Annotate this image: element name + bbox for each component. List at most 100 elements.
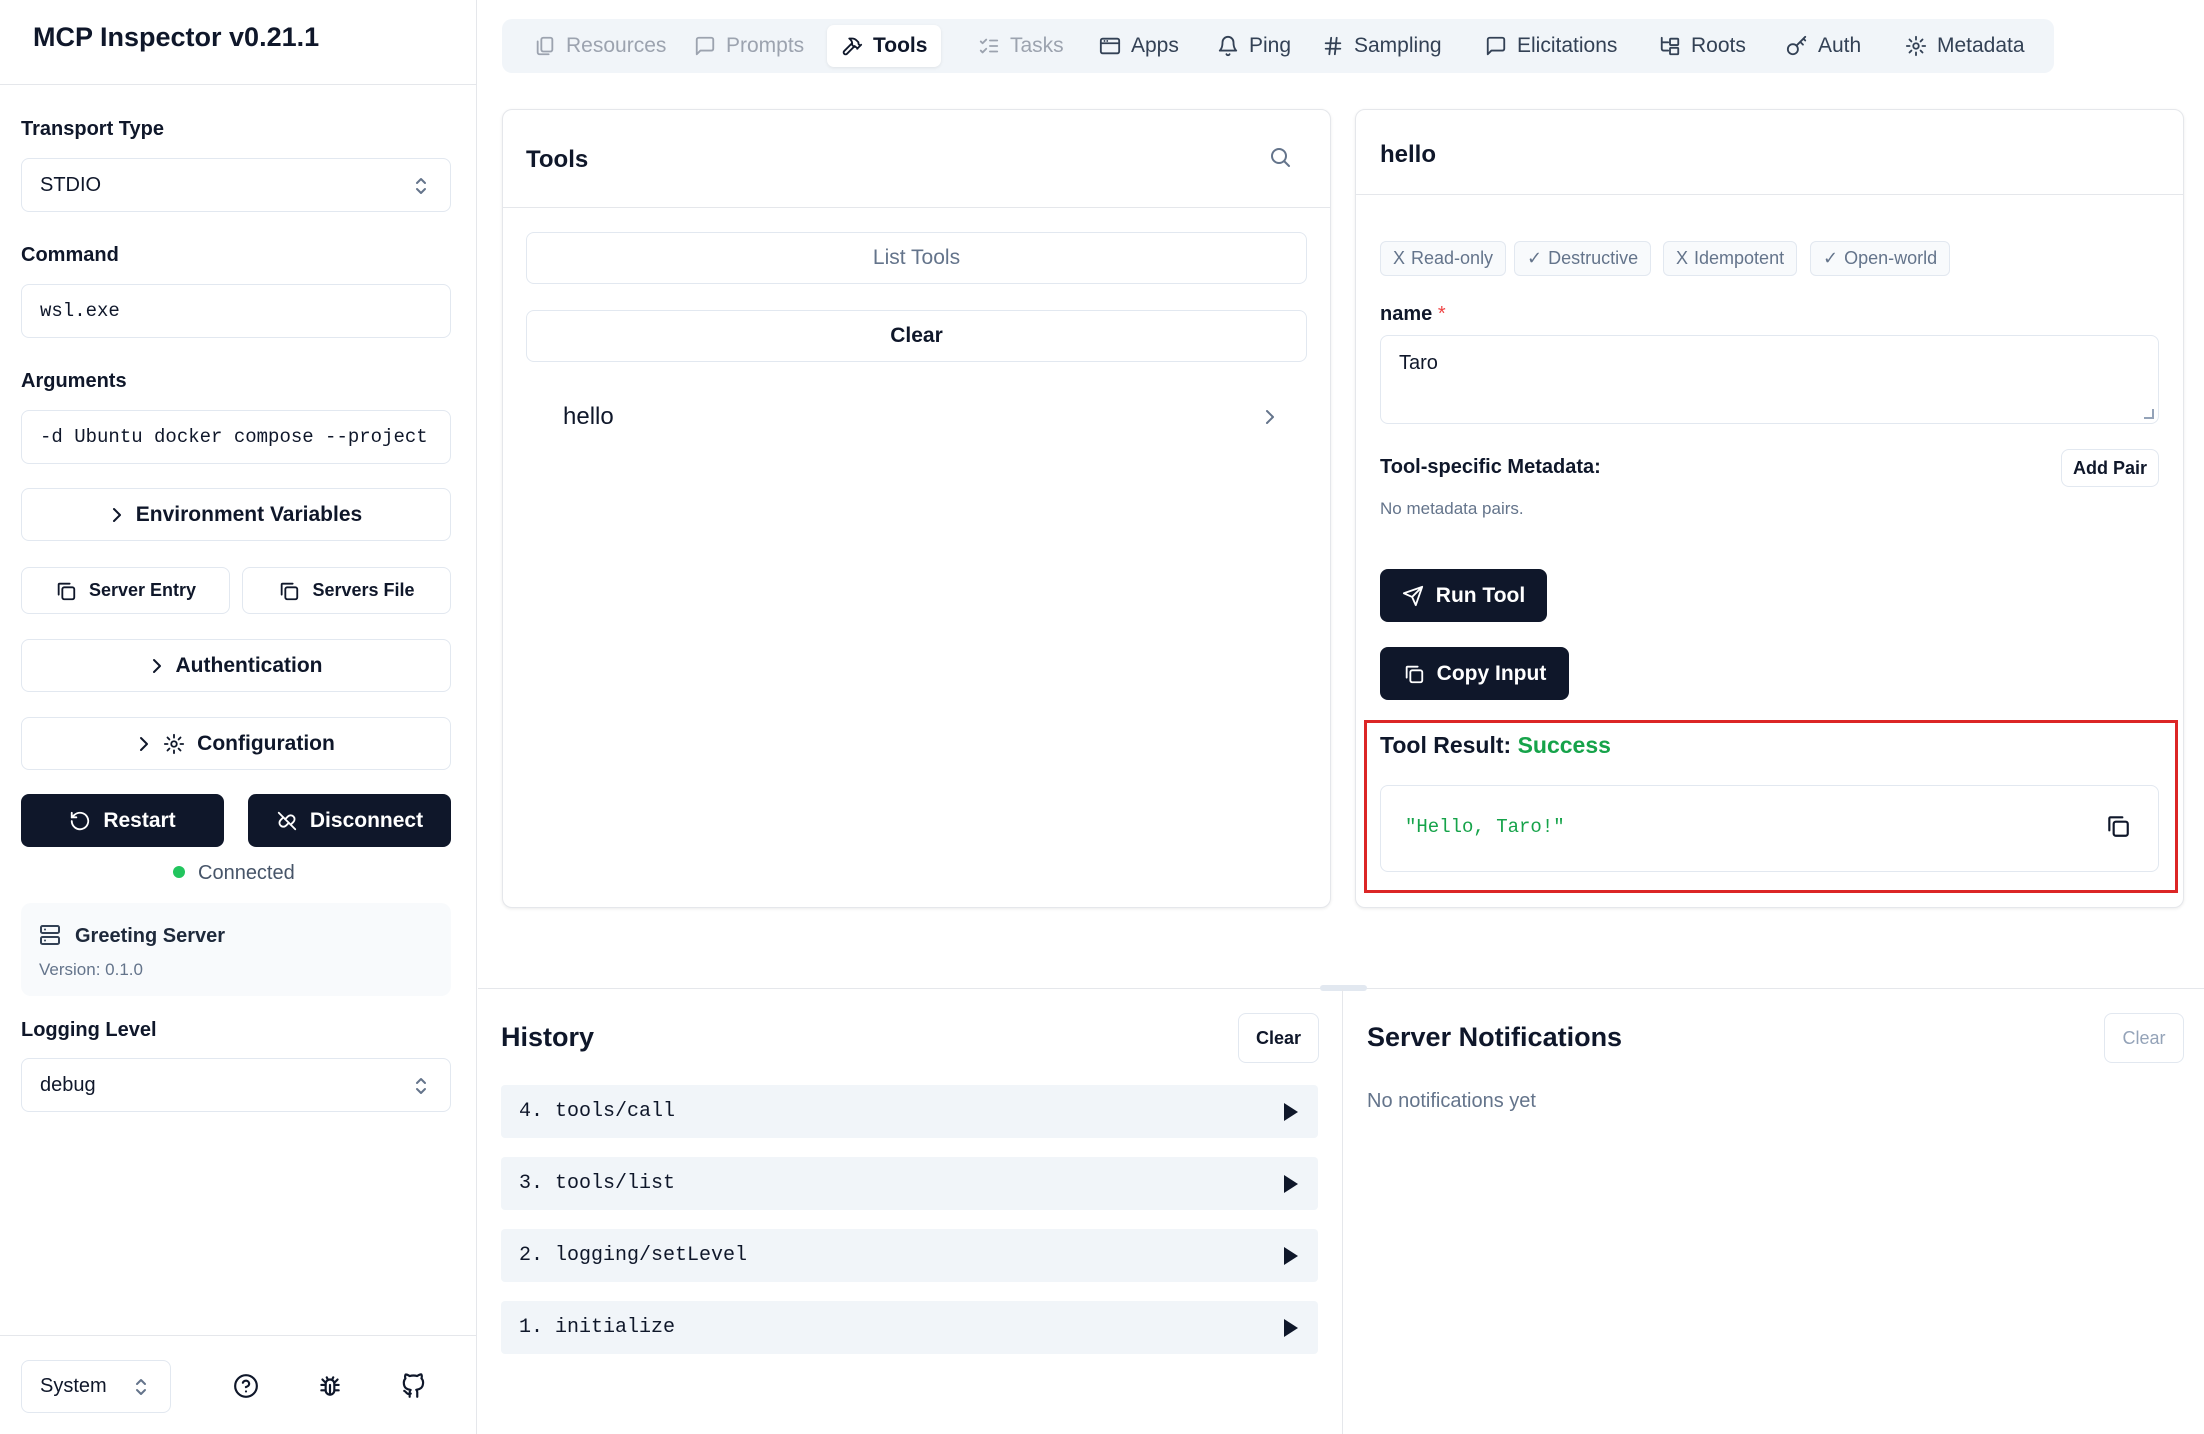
tab-label: Tasks (1010, 34, 1064, 57)
tab-tasks[interactable]: Tasks (964, 25, 1078, 67)
tools-panel-title: Tools (526, 146, 589, 173)
configuration-toggle[interactable]: Configuration (21, 717, 451, 770)
bug-icon[interactable] (317, 1373, 343, 1399)
copy-icon (1403, 663, 1425, 685)
table-row[interactable]: 1. initialize (501, 1301, 1318, 1354)
history-title: History (501, 1022, 595, 1052)
table-row[interactable]: 3. tools/list (501, 1157, 1318, 1210)
rotate-ccw-icon (69, 810, 91, 832)
arguments-input[interactable]: -d Ubuntu docker compose --project (21, 410, 451, 464)
key-icon (1786, 35, 1808, 57)
run-tool-button[interactable]: Run Tool (1380, 569, 1547, 622)
chevrons-up-down-icon (414, 1076, 428, 1096)
unplug-icon (276, 810, 298, 832)
files-icon (534, 35, 556, 57)
clear-tools-button[interactable]: Clear (526, 310, 1307, 362)
metadata-label: Tool-specific Metadata: (1380, 456, 1601, 478)
annotation-mark: ✓ (1527, 248, 1543, 268)
tab-ping[interactable]: Ping (1203, 25, 1305, 67)
tool-result-box: "Hello, Taro!" (1380, 785, 2159, 872)
gear-icon (1905, 35, 1927, 57)
resize-handle-icon[interactable] (2144, 409, 2154, 419)
tab-label: Prompts (726, 34, 805, 57)
chevrons-up-down-icon (414, 176, 428, 196)
server-icon (38, 923, 62, 947)
chevron-right-icon (150, 656, 164, 676)
add-pair-button[interactable]: Add Pair (2061, 449, 2159, 487)
help-circle-icon[interactable] (233, 1373, 259, 1399)
sidebar-footer-divider (0, 1335, 476, 1336)
list-tools-button[interactable]: List Tools (526, 232, 1307, 284)
server-entry-button[interactable]: Server Entry (21, 567, 230, 614)
arguments-label: Arguments (21, 370, 127, 392)
command-label: Command (21, 244, 119, 266)
list-checks-icon (978, 35, 1000, 57)
tab-prompts[interactable]: Prompts (680, 25, 818, 67)
theme-select[interactable]: System (21, 1360, 171, 1413)
logging-level-select[interactable]: debug (21, 1058, 451, 1112)
tab-auth[interactable]: Auth (1772, 25, 1875, 67)
github-icon[interactable] (401, 1373, 427, 1399)
servers-file-label: Servers File (312, 580, 415, 600)
annotation-label: Idempotent (1694, 248, 1785, 268)
tab-elicitations[interactable]: Elicitations (1471, 25, 1631, 67)
environment-variables-toggle[interactable]: Environment Variables (21, 488, 451, 541)
chevron-right-icon (1263, 407, 1277, 427)
play-icon (1284, 1103, 1298, 1121)
server-entry-label: Server Entry (88, 580, 197, 600)
tool-result-heading: Tool Result: Success (1380, 732, 1611, 759)
history-item-label: 3. tools/list (519, 1172, 676, 1195)
param-name-label: name * (1380, 303, 1446, 326)
app-window-icon (1099, 35, 1121, 57)
chevron-right-icon (110, 505, 124, 525)
restart-label: Restart (103, 808, 176, 832)
connection-status: Connected (198, 862, 295, 884)
message-square-icon (1485, 35, 1507, 57)
table-row[interactable]: 2. logging/setLevel (501, 1229, 1318, 1282)
param-name: name (1380, 303, 1433, 325)
tab-label: Roots (1691, 34, 1746, 57)
tab-roots[interactable]: Roots (1645, 25, 1760, 67)
copy-icon[interactable] (2105, 813, 2131, 839)
tab-sampling[interactable]: Sampling (1308, 25, 1456, 67)
restart-button[interactable]: Restart (21, 794, 224, 847)
status-dot (173, 866, 185, 878)
authentication-toggle[interactable]: Authentication (21, 639, 451, 692)
disconnect-button[interactable]: Disconnect (248, 794, 451, 847)
history-clear-button[interactable]: Clear (1238, 1013, 1319, 1063)
copy-icon (55, 580, 77, 602)
tab-label: Auth (1818, 34, 1862, 57)
list-item[interactable]: hello (526, 388, 1307, 448)
hash-icon (1322, 35, 1344, 57)
servers-file-button[interactable]: Servers File (242, 567, 451, 614)
sidebar: MCP Inspector v0.21.1 Transport Type STD… (0, 0, 477, 1434)
notifications-clear-button[interactable]: Clear (2104, 1013, 2184, 1063)
copy-input-button[interactable]: Copy Input (1380, 647, 1569, 700)
transport-type-select[interactable]: STDIO (21, 158, 451, 212)
annotation-idempotent: X Idempotent (1663, 241, 1798, 276)
search-icon[interactable] (1268, 145, 1292, 169)
tab-label: Sampling (1354, 34, 1442, 57)
table-row[interactable]: 4. tools/call (501, 1085, 1318, 1138)
app-title: MCP Inspector v0.21.1 (33, 22, 320, 52)
logging-level-value: debug (40, 1073, 96, 1096)
notifications-clear-label: Clear (2122, 1027, 2166, 1048)
annotation-open-world: ✓ Open-world (1810, 241, 1951, 276)
tab-metadata[interactable]: Metadata (1891, 25, 2039, 67)
add-pair-label: Add Pair (2072, 457, 2147, 478)
copy-input-label: Copy Input (1436, 661, 1547, 685)
theme-value: System (40, 1375, 107, 1397)
message-square-icon (694, 35, 716, 57)
tab-label: Metadata (1937, 34, 2025, 57)
tab-tools[interactable]: Tools (827, 25, 942, 67)
resize-handle[interactable] (1320, 985, 1367, 991)
tab-bar: Resources Prompts Tools Tasks Apps Ping … (502, 19, 2054, 73)
param-name-textarea[interactable]: Taro (1380, 335, 2159, 424)
required-mark: * (1437, 303, 1446, 325)
server-version: Version: 0.1.0 (39, 960, 143, 979)
tool-name: hello (563, 403, 614, 430)
command-input[interactable]: wsl.exe (21, 284, 451, 338)
tab-resources[interactable]: Resources (520, 25, 680, 67)
tool-detail-divider (1356, 194, 2183, 195)
tab-apps[interactable]: Apps (1085, 25, 1193, 67)
